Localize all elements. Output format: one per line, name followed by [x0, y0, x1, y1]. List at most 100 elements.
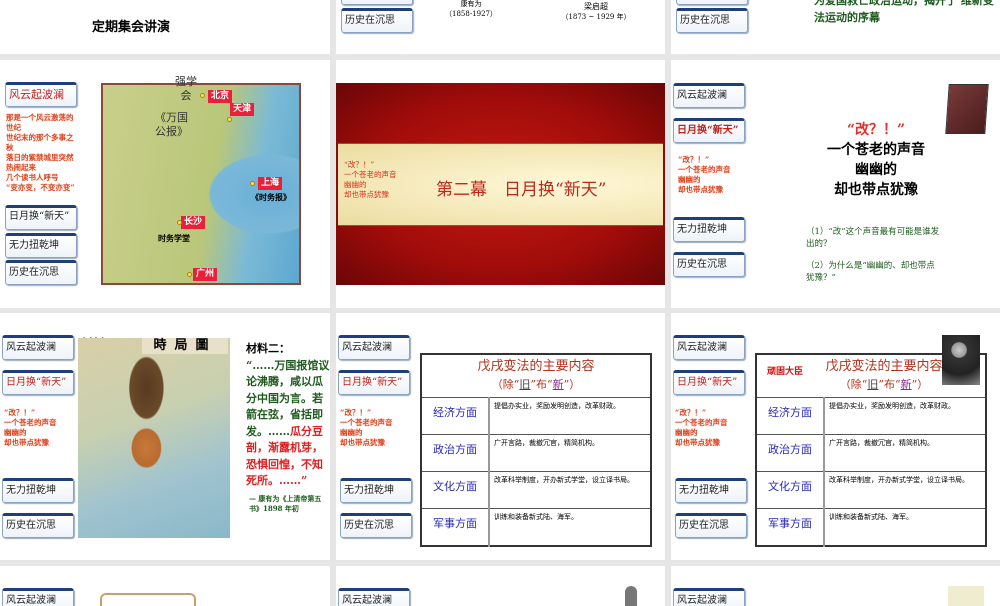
line: 却也带点犹豫: [344, 190, 389, 199]
slide-thumb[interactable]: 风云起波澜: [336, 566, 665, 606]
material-two: 材料二： “……万国报馆议论沸腾，咸以瓜分中国为言。若箭在弦，省括即发。……瓜分…: [246, 341, 330, 514]
act-title: 第二幕 日月换“新天”: [436, 180, 607, 200]
sub: （除“: [839, 378, 868, 391]
slide-text: 定期集会讲演: [92, 20, 171, 35]
stubborn-minister-label: 顽固大臣: [767, 367, 804, 377]
name: 康有为: [460, 0, 482, 8]
slide-thumb[interactable]: 风云起波澜 日月换“新天” “改？！” 一个苍老的声音 幽幽的 却也带点犹豫 无力扭乾…: [671, 313, 1000, 560]
line: 却也带点犹豫: [675, 438, 720, 447]
nav-button-storm[interactable]: 风云起波澜: [338, 335, 410, 360]
line: 幽幽的: [4, 428, 27, 437]
nav-button-powerless[interactable]: 无力扭乾坤: [2, 478, 74, 503]
line: “改？！”: [4, 408, 36, 417]
poem-text: “改？！” 一个苍老的声音 幽幽的 却也带点犹豫: [344, 160, 397, 200]
row-value: 广开言路，裁撤冗官，精简机构。: [489, 434, 651, 472]
nav-button-hidden[interactable]: [676, 0, 748, 5]
nav-button-storm[interactable]: 风云起波澜: [2, 588, 74, 606]
sub: ”布“: [878, 378, 901, 391]
slide-thumb[interactable]: 风云起波澜 日月换“新天” “改？！” 一个苍老的声音 幽幽的 却也带点犹豫 无力扭乾…: [671, 60, 1000, 308]
slide-thumb[interactable]: 定期集会讲演: [0, 0, 330, 54]
slide-thumb[interactable]: 风云起波澜 日月换“新天” “改？！” 一个苍老的声音 幽幽的 却也带点犹豫 无力扭乾…: [336, 313, 665, 560]
table-row: 军事方面 训练和装备新式陆、海军。: [756, 508, 986, 546]
nav-button-new-sky[interactable]: 日月换“新天”: [673, 118, 745, 143]
nav-button-new-sky[interactable]: 日月换“新天”: [673, 370, 745, 395]
nav-button-history[interactable]: 历史在沉思: [5, 260, 77, 285]
nav-button-storm[interactable]: 风云起波澜: [673, 588, 745, 606]
sub-old: 旧: [867, 378, 879, 391]
table-row: 经济方面 提倡办实业，奖励发明创造，改革财政。: [421, 397, 651, 435]
line: 几个读书人呼号: [6, 173, 59, 182]
slide-thumb[interactable]: 历史在沉思 康有为 （1858-1927） 梁启超 （1873 ~ 1929 年）: [336, 0, 665, 54]
map-marker: [177, 220, 182, 225]
line: “改？！”: [675, 408, 707, 417]
line: 却也带点犹豫: [834, 182, 918, 198]
slide-thumb[interactable]: “改？！” 一个苍老的声音 幽幽的 却也带点犹豫 第二幕 日月换“新天”: [336, 60, 665, 308]
line: “改？！”: [846, 122, 906, 138]
map-marker: [250, 181, 255, 186]
nav-button-storm[interactable]: 风云起波澜: [338, 588, 410, 606]
slide-thumb[interactable]: 风云起波澜 日月换“新天” “改？！” 一个苍老的声音 幽幽的 却也带点犹豫 无力扭乾…: [0, 313, 330, 560]
nav-button-history[interactable]: 历史在沉思: [676, 8, 748, 33]
nav-button-new-sky[interactable]: 日月换“新天”: [338, 370, 410, 395]
nav-button-storm[interactable]: 风云起波澜: [5, 82, 77, 107]
nav-button-powerless[interactable]: 无力扭乾坤: [675, 478, 747, 503]
nav-button-history[interactable]: 历史在沉思: [673, 252, 745, 277]
nav-button-hidden[interactable]: [341, 0, 413, 5]
line: 幽幽的: [340, 428, 363, 437]
line: 一个苍老的声音: [678, 165, 731, 174]
row-value: 改革科举制度，开办新式学堂，设立译书局。: [489, 471, 651, 509]
line: 一个苍老的声音: [344, 170, 397, 179]
table-row: 文化方面 改革科举制度，开办新式学堂，设立译书局。: [756, 471, 986, 509]
line: 一个苍老的声音: [675, 418, 728, 427]
table-header: 戊戌变法的主要内容 （除“旧”布“新”）: [421, 354, 651, 398]
poem-text: “改？！” 一个苍老的声音 幽幽的 却也带点犹豫: [675, 408, 728, 448]
line: 却也带点犹豫: [340, 438, 385, 447]
slide-thumb[interactable]: 风云起波澜: [671, 566, 1000, 606]
table-row: 军事方面 训练和装备新式陆、海军。: [421, 508, 651, 546]
nav-button-powerless[interactable]: 无力扭乾坤: [673, 217, 745, 242]
line: 幽幽的: [675, 428, 698, 437]
nav-button-storm[interactable]: 风云起波澜: [673, 83, 745, 108]
table-row: 文化方面 改革科举制度，开办新式学堂，设立译书局。: [421, 471, 651, 509]
nav-button-history[interactable]: 历史在沉思: [340, 513, 412, 538]
source: — 康有为《上清帝第五书》1898 年初: [249, 493, 322, 513]
nav-button-new-sky[interactable]: 日月换“新天”: [5, 205, 77, 230]
nav-button-powerless[interactable]: 无力扭乾坤: [340, 478, 412, 503]
question-1: （1）“改”这个声音最有可能是谁发出的？: [806, 227, 940, 249]
row-key: 文化方面: [421, 471, 490, 509]
map-marker: [200, 93, 205, 98]
line: “变亦变，不变亦变”: [6, 183, 75, 192]
kang-caption: 康有为 （1858-1927）: [431, 0, 511, 19]
nav-button-history[interactable]: 历史在沉思: [341, 8, 413, 33]
slide-thumb[interactable]: 历史在沉思 为爱国救亡政治运动，揭开了 维新变法运动的序幕: [671, 0, 1000, 54]
row-key: 经济方面: [756, 397, 825, 435]
nav-button-storm[interactable]: 风云起波澜: [2, 335, 74, 360]
nav-button-storm[interactable]: 风云起波澜: [673, 335, 745, 360]
book-image: [945, 84, 989, 134]
row-value: 训练和装备新式陆、海军。: [824, 508, 986, 546]
nav-button-history[interactable]: 历史在沉思: [675, 513, 747, 538]
map-text: 《万国公报》: [155, 111, 188, 138]
line: 却也带点犹豫: [4, 438, 49, 447]
sub-old: 旧: [519, 378, 531, 391]
line: 幽幽的: [855, 162, 897, 178]
nav-button-powerless[interactable]: 无力扭乾坤: [5, 233, 77, 258]
nav-button-history[interactable]: 历史在沉思: [2, 513, 74, 538]
nav-button-new-sky[interactable]: 日月换“新天”: [2, 370, 74, 395]
line: 那是一个风云激荡的世纪: [6, 113, 74, 132]
portrait-image: [948, 586, 984, 606]
sub: ”）: [563, 378, 581, 391]
row-key: 经济方面: [421, 397, 490, 435]
row-key: 军事方面: [756, 508, 825, 546]
map-label: 上海: [258, 177, 283, 190]
row-key: 政治方面: [756, 434, 825, 472]
map-label: 北京: [208, 90, 233, 103]
line: “改？！”: [678, 155, 710, 164]
line: 世纪末的那个多事之秋: [6, 133, 74, 152]
slide-thumb[interactable]: 风云起波澜: [0, 566, 330, 606]
slide-thumb[interactable]: 风云起波澜 那是一个风云激荡的世纪 世纪末的那个多事之秋 落日的紫禁城里突然热闹起来…: [0, 60, 330, 308]
years: （1858-1927）: [445, 10, 497, 18]
row-value: 广开言路，裁撤冗官，精简机构。: [824, 434, 986, 472]
row-value: 训练和装备新式陆、海军。: [489, 508, 651, 546]
map-text: 《时务报》: [251, 192, 291, 202]
